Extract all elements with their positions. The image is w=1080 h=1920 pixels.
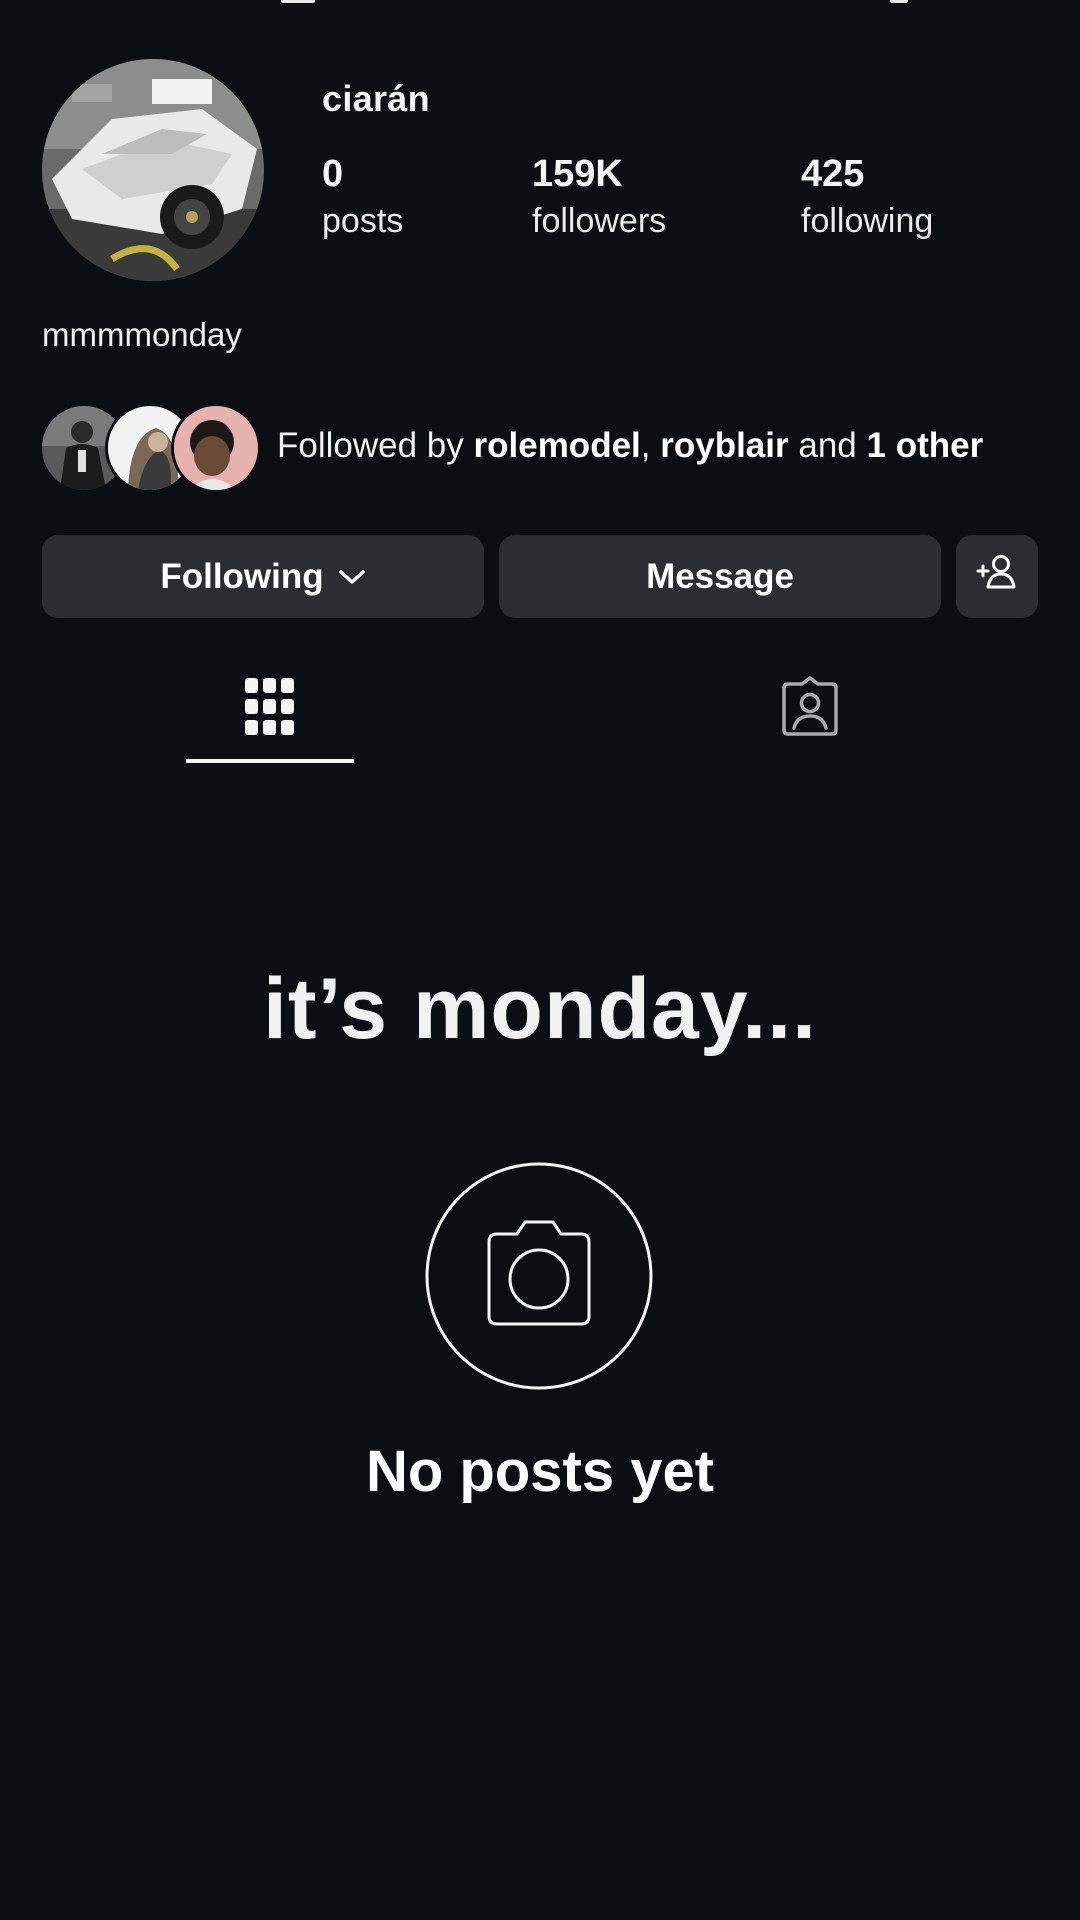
chevron-down-icon (338, 568, 366, 586)
mutual-user-1[interactable]: rolemodel (474, 426, 641, 465)
stat-followers-value: 159K (532, 153, 623, 195)
grid-icon (245, 678, 295, 770)
mutual-others[interactable]: 1 other (867, 426, 984, 465)
stat-following[interactable]: 425 following (801, 152, 933, 242)
followed-by-conjunction: and (798, 426, 857, 465)
stat-posts: 0 posts (322, 152, 403, 242)
profile-caption: it’s monday... (263, 961, 817, 1057)
active-tab-indicator (186, 759, 354, 763)
stat-following-label: following (801, 202, 934, 240)
stat-posts-label: posts (322, 202, 404, 240)
camera-icon (425, 1162, 653, 1390)
followed-by-separator: , (640, 426, 651, 465)
mutual-followers[interactable]: Followed by rolemodel, royblair and 1 ot… (42, 406, 1042, 490)
tagged-person-icon (780, 676, 840, 770)
message-button[interactable]: Message (499, 535, 941, 618)
tab-posts-grid[interactable] (186, 670, 354, 770)
stat-followers-label: followers (532, 202, 667, 240)
followed-by-prefix: Followed by (277, 426, 464, 465)
add-person-icon (975, 552, 1019, 601)
profile-avatar[interactable] (42, 59, 264, 281)
stat-posts-value: 0 (322, 153, 344, 195)
stat-followers[interactable]: 159K followers (532, 152, 666, 242)
followed-by-text: Followed by rolemodel, royblair and 1 ot… (277, 426, 983, 466)
no-posts-title: No posts yet (365, 1439, 715, 1504)
status-bar-fragment (0, 0, 1080, 6)
mutual-user-2[interactable]: royblair (660, 426, 788, 465)
profile-bio: mmmmonday (42, 316, 242, 353)
profile-username: ciarán (322, 78, 430, 119)
message-button-label: Message (646, 556, 794, 596)
following-button[interactable]: Following (42, 535, 484, 618)
mutual-avatar-3 (174, 406, 258, 490)
suggested-users-button[interactable] (956, 535, 1038, 618)
stat-following-value: 425 (801, 153, 865, 195)
tab-tagged[interactable] (726, 670, 894, 770)
following-button-label: Following (160, 556, 324, 596)
